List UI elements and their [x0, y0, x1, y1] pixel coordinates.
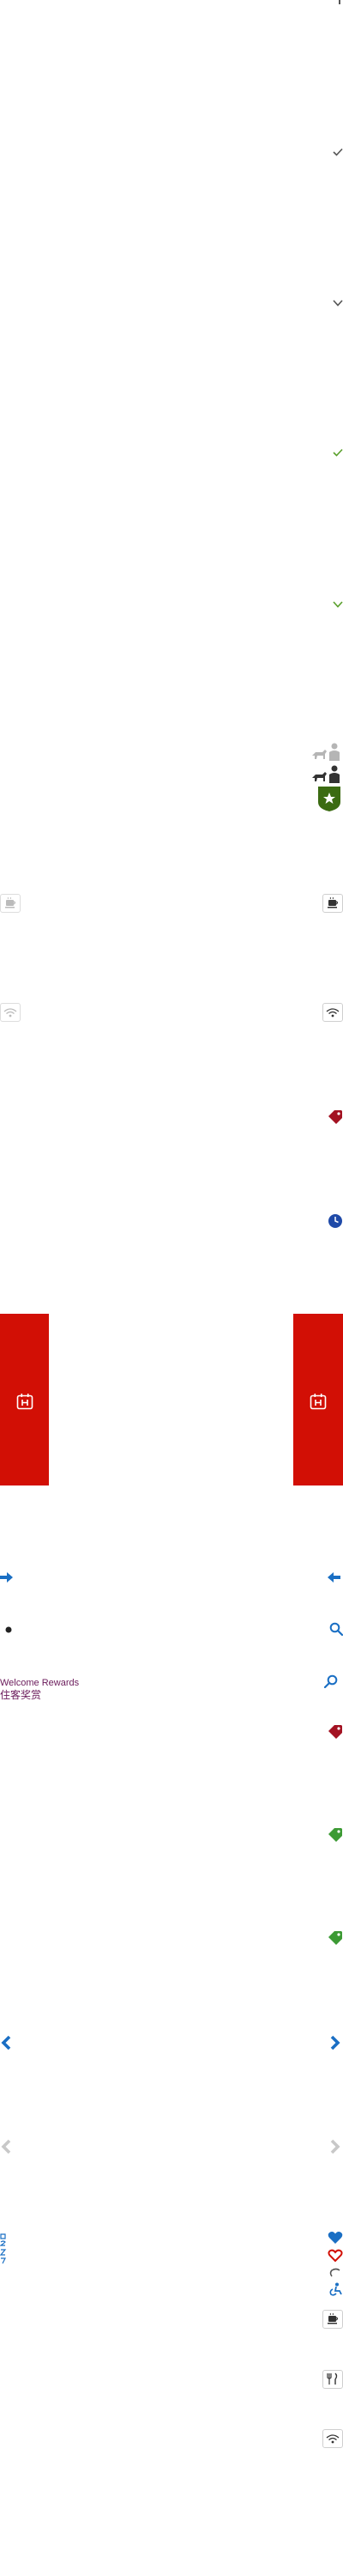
program-name-zh: 住客奖赏 — [0, 1689, 42, 1701]
coffee-maker-grey-icon — [0, 894, 21, 913]
chevron-down-icon — [333, 300, 343, 307]
chevron-left-icon — [0, 2035, 12, 2050]
accessible-icon — [328, 2282, 343, 2296]
hotel-panel-right — [293, 1314, 343, 1485]
pets-family-icon — [310, 764, 343, 785]
program-name-en: Welcome Rewards — [0, 1678, 80, 1688]
arrow-right-icon — [0, 1571, 14, 1583]
hotel-icon — [310, 1393, 327, 1410]
wifi-icon — [322, 2429, 343, 2448]
restaurant-icon — [322, 2370, 343, 2389]
chevron-down-green-icon — [333, 601, 343, 608]
chevron-left-disabled-icon — [0, 2139, 12, 2154]
wifi-icon — [322, 1003, 343, 1022]
tag-icon — [328, 1724, 343, 1740]
coffee-maker-icon — [322, 2310, 343, 2329]
clock-icon — [328, 1213, 343, 1229]
hook-icon — [328, 2267, 343, 2279]
wifi-grey-icon — [0, 1003, 21, 1022]
heart-outline-icon — [328, 2249, 343, 2263]
pets-family-grey-icon — [310, 742, 343, 762]
top-edge-mark-icon — [338, 0, 341, 5]
hotel-panel-left — [0, 1314, 49, 1485]
chevron-right-disabled-icon — [329, 2139, 341, 2154]
star-badge-icon — [317, 785, 341, 812]
chevron-right-icon — [329, 2035, 341, 2050]
check-green-icon — [333, 448, 343, 457]
hotel-icon — [16, 1393, 33, 1410]
search-icon — [329, 1622, 343, 1636]
arrow-left-icon — [327, 1571, 340, 1583]
tag-icon — [328, 1109, 343, 1125]
check-icon — [333, 148, 343, 156]
icon-sprite-sheet: Welcome Rewards 住客奖赏 — [0, 0, 343, 2576]
tag-green-icon — [328, 1827, 343, 1843]
bullet-dot-icon — [5, 1626, 12, 1633]
tag-green-icon — [328, 1930, 343, 1946]
small-glyph-column — [0, 2233, 7, 2267]
coffee-maker-icon — [322, 894, 343, 913]
search-alt-icon — [324, 1674, 338, 1688]
heart-blue-icon — [328, 2231, 343, 2245]
